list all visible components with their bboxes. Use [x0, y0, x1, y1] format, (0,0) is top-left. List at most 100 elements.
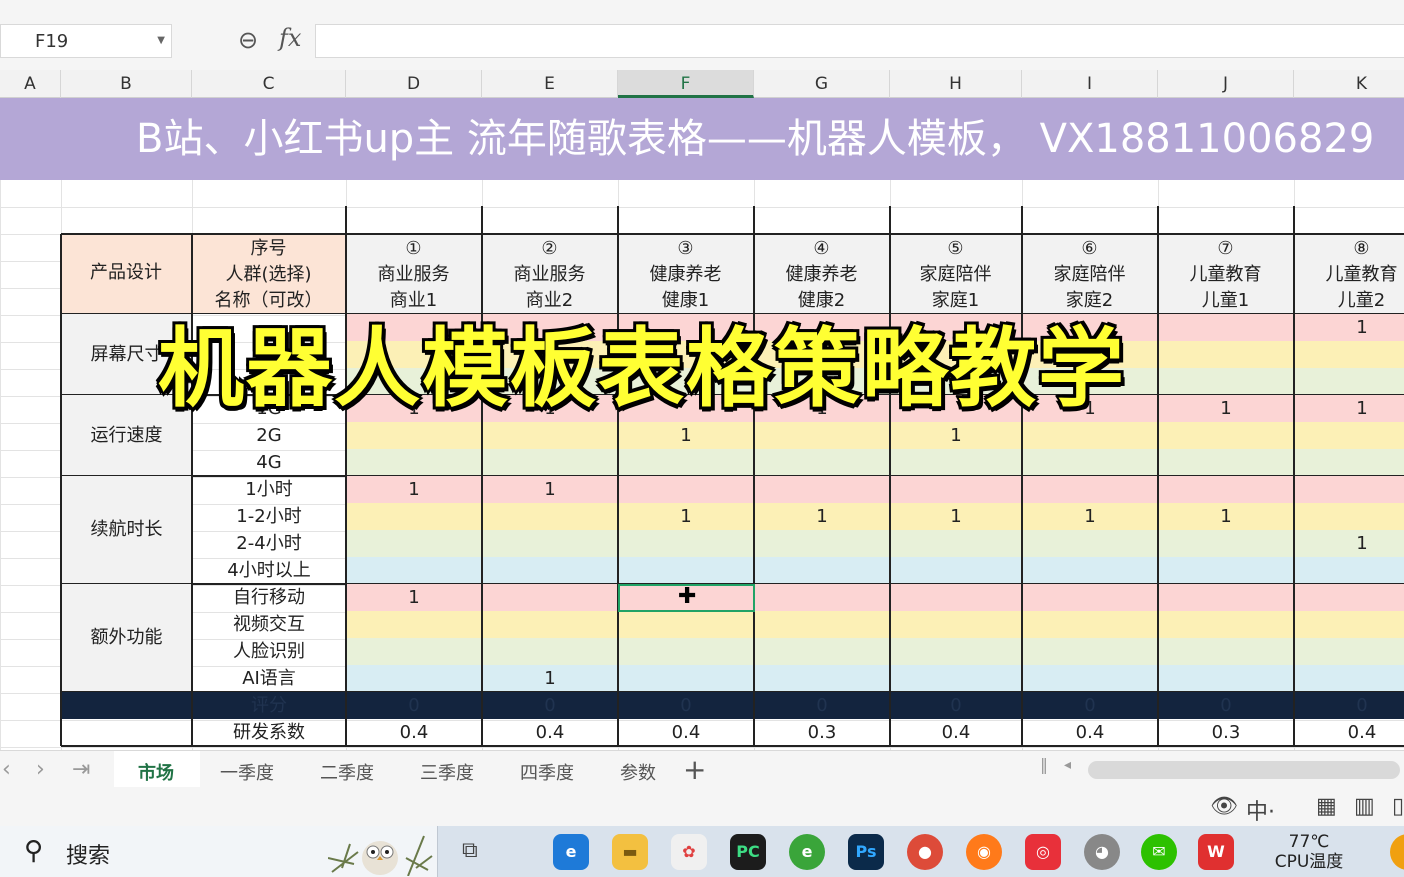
data-cell[interactable] — [1294, 341, 1404, 368]
sheet-tab-1[interactable]: 市场 — [138, 759, 174, 785]
data-cell[interactable] — [1158, 476, 1294, 503]
data-cell[interactable] — [1294, 665, 1404, 692]
file-explorer-icon[interactable]: ▬ — [612, 834, 648, 870]
data-cell[interactable] — [754, 584, 890, 611]
data-cell[interactable] — [1158, 341, 1294, 368]
insert-function-button[interactable]: fx — [279, 24, 301, 52]
page-break-icon[interactable]: ▯ — [1392, 794, 1404, 819]
data-cell[interactable] — [482, 557, 618, 584]
data-cell[interactable]: 1 — [618, 503, 754, 530]
data-cell[interactable] — [618, 476, 754, 503]
data-cell[interactable] — [618, 665, 754, 692]
data-cell[interactable] — [1158, 449, 1294, 476]
data-cell[interactable] — [482, 422, 618, 449]
product-header-8[interactable]: ⑧ 儿童教育 儿童2 — [1294, 234, 1404, 314]
column-header-g[interactable]: G — [754, 70, 890, 98]
data-cell[interactable]: 1 — [482, 476, 618, 503]
data-cell[interactable] — [890, 611, 1022, 638]
data-cell[interactable] — [1022, 557, 1158, 584]
rd-cell[interactable]: 0.3 — [754, 719, 890, 746]
data-cell[interactable] — [1294, 368, 1404, 395]
column-header-c[interactable]: C — [192, 70, 346, 98]
page-layout-icon[interactable]: ▥ — [1354, 794, 1375, 819]
data-cell[interactable] — [482, 503, 618, 530]
split-handle-icon[interactable]: ‖ — [1040, 755, 1048, 774]
data-cell[interactable] — [1158, 638, 1294, 665]
scroll-left-icon[interactable]: ◂ — [1064, 757, 1071, 773]
zoom-search-icon[interactable]: ⊖ — [238, 26, 258, 54]
column-header-d[interactable]: D — [346, 70, 482, 98]
product-header-7[interactable]: ⑦ 儿童教育 儿童1 — [1158, 234, 1294, 314]
data-cell[interactable] — [482, 449, 618, 476]
column-header-j[interactable]: J — [1158, 70, 1294, 98]
data-cell[interactable] — [346, 530, 482, 557]
wps-office-icon[interactable]: W — [1198, 834, 1234, 870]
rd-cell[interactable]: 0.4 — [482, 719, 618, 746]
data-cell[interactable] — [346, 665, 482, 692]
data-cell[interactable] — [346, 638, 482, 665]
column-header-a[interactable]: A — [0, 70, 61, 98]
rd-cell[interactable]: 0.3 — [1158, 719, 1294, 746]
data-cell[interactable]: 1 — [482, 665, 618, 692]
data-cell[interactable] — [890, 584, 1022, 611]
sheet-tab-2[interactable]: 一季度 — [220, 759, 274, 785]
data-cell[interactable] — [754, 611, 890, 638]
data-cell[interactable]: 1 — [1158, 503, 1294, 530]
data-cell[interactable] — [1294, 422, 1404, 449]
pycharm-icon[interactable]: PC — [730, 834, 766, 870]
rd-cell[interactable]: 0.4 — [1022, 719, 1158, 746]
data-cell[interactable] — [618, 557, 754, 584]
netease-music-icon[interactable]: ◎ — [1025, 834, 1061, 870]
task-view-icon[interactable]: ⧉ — [462, 838, 478, 863]
data-cell[interactable] — [618, 638, 754, 665]
sheet-tab-5[interactable]: 四季度 — [520, 759, 574, 785]
sheet-grid[interactable]: B站、小红书up主 流年随歌表格——机器人模板， VX18811006829 产… — [0, 98, 1404, 750]
data-cell[interactable] — [1294, 476, 1404, 503]
data-cell[interactable] — [1294, 503, 1404, 530]
data-cell[interactable] — [1158, 557, 1294, 584]
photos-app-icon[interactable]: ✿ — [671, 834, 707, 870]
last-sheet-icon[interactable]: ⇥ — [72, 757, 90, 782]
data-cell[interactable] — [1158, 314, 1294, 341]
wechat-icon[interactable]: ✉ — [1141, 834, 1177, 870]
photoshop-icon[interactable]: Ps — [848, 834, 884, 870]
rd-cell[interactable]: 0.4 — [346, 719, 482, 746]
data-cell[interactable] — [346, 422, 482, 449]
data-cell[interactable] — [1022, 665, 1158, 692]
data-cell[interactable] — [1158, 611, 1294, 638]
data-cell[interactable]: 1 — [890, 422, 1022, 449]
data-cell[interactable] — [1022, 584, 1158, 611]
data-cell[interactable] — [754, 638, 890, 665]
data-cell[interactable] — [618, 449, 754, 476]
firefox-icon[interactable]: ◉ — [966, 834, 1002, 870]
column-header-e[interactable]: E — [482, 70, 618, 98]
normal-view-icon[interactable]: ▦ — [1316, 794, 1337, 819]
data-cell[interactable] — [890, 449, 1022, 476]
data-cell[interactable] — [482, 611, 618, 638]
data-cell[interactable] — [1158, 422, 1294, 449]
chevron-right-icon[interactable]: › — [36, 757, 45, 782]
data-cell[interactable] — [1022, 476, 1158, 503]
column-header-f[interactable]: F — [618, 70, 754, 98]
rd-cell[interactable]: 0.4 — [618, 719, 754, 746]
horizontal-scrollbar[interactable] — [1088, 761, 1400, 779]
data-cell[interactable] — [754, 449, 890, 476]
data-cell[interactable] — [1022, 638, 1158, 665]
rd-cell[interactable]: 0.4 — [1294, 719, 1404, 746]
data-cell[interactable] — [754, 530, 890, 557]
data-cell[interactable] — [890, 638, 1022, 665]
rd-cell[interactable]: 0.4 — [890, 719, 1022, 746]
eye-protection-icon[interactable]: 👁 — [1210, 794, 1238, 819]
data-cell[interactable]: 1 — [1294, 530, 1404, 557]
data-cell[interactable] — [1158, 530, 1294, 557]
data-cell[interactable] — [346, 557, 482, 584]
data-cell[interactable] — [1022, 530, 1158, 557]
data-cell[interactable] — [754, 476, 890, 503]
taskbar-search[interactable]: ⚲ 搜索 — [0, 826, 438, 877]
edge-browser-icon[interactable]: e — [553, 834, 589, 870]
column-header-h[interactable]: H — [890, 70, 1022, 98]
input-method-icon[interactable]: 中· — [1246, 794, 1275, 826]
data-cell[interactable] — [754, 665, 890, 692]
data-cell[interactable] — [890, 476, 1022, 503]
data-cell[interactable] — [1022, 422, 1158, 449]
